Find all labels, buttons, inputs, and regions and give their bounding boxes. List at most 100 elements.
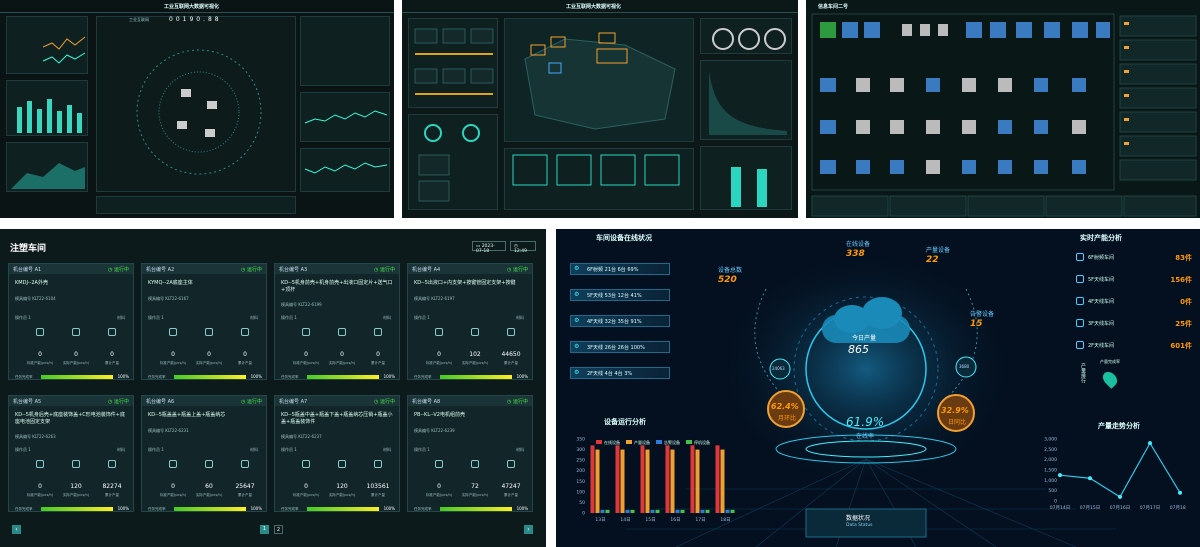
completion-bar bbox=[440, 375, 512, 379]
metric-value: 25647 bbox=[235, 483, 255, 490]
workshop-name: 5F天线车间 bbox=[1088, 277, 1115, 283]
bar bbox=[645, 449, 650, 513]
machine-card[interactable]: 机台编号 A5 ◷ 运行中 KD--5机身后壳+底座装饰盖+C形电池装饰件+底座电池… bbox=[8, 395, 134, 512]
completion-percent: 100% bbox=[250, 374, 262, 379]
card-header: 机台编号 A2 ◷ 运行中 bbox=[142, 264, 266, 274]
bar bbox=[600, 509, 605, 513]
bar bbox=[625, 509, 630, 513]
workshop-equipment-dashboard[interactable]: 车间设备在线状况 6F射频 21台 6台 69% ⚙ 5F天线 53台 12台 41… bbox=[556, 229, 1200, 547]
metric-label: 实际产能(pcs/h) bbox=[62, 493, 90, 497]
bar bbox=[715, 445, 720, 513]
y-tick-label: 2,000 bbox=[1044, 457, 1057, 463]
device-bar-chart: 0 50 100 150 200 250 300 350 13日 14日 15日 16日 17日 18日 bbox=[576, 437, 735, 523]
bar bbox=[605, 509, 610, 513]
machine-card[interactable]: 机台编号 A1 ◷ 运行中 KMDJ--2A外壳 模具编号 KLT22-6104 操作员… bbox=[8, 263, 134, 380]
dashboard-thumbnail-1[interactable]: 工业互联网大数据可视化 工业互联网 00190.88 bbox=[0, 0, 394, 218]
y-tick-label: 150 bbox=[576, 479, 585, 485]
metric-label: 累计产量 bbox=[504, 493, 518, 497]
product-name: PB--KL--V2电机组前壳 bbox=[414, 412, 465, 418]
bar bbox=[730, 509, 735, 513]
status-badge: ◷ 运行中 bbox=[507, 267, 528, 273]
y-tick-label: 1,000 bbox=[1044, 478, 1057, 484]
status-badge: ◷ 运行中 bbox=[108, 267, 129, 273]
data-status-title: 数据状况 bbox=[846, 515, 871, 522]
page-1-button[interactable]: 1 bbox=[260, 525, 269, 534]
bar bbox=[630, 509, 635, 513]
workshop-capacity: 83件 bbox=[1175, 254, 1192, 262]
injection-workshop-dashboard[interactable]: 注塑车间 ▭ 2023-07-18 ◷ 12:49 机台编号 A1 ◷ 运行中 KM… bbox=[0, 229, 546, 547]
small-left-value: 24063 bbox=[772, 366, 785, 371]
metric-label: 标准产能(pcs/h) bbox=[425, 493, 453, 497]
floor-status-row[interactable]: 6F射频 21台 6台 69% ⚙ bbox=[570, 263, 670, 275]
status-badge: ◷ 运行中 bbox=[374, 267, 395, 273]
floor-status-row[interactable]: 2F天线 4台 4台 3% ⚙ bbox=[570, 367, 670, 379]
machine-id-label: 机台编号 bbox=[13, 399, 35, 405]
floor-status-row[interactable]: 3F天线 26台 26台 100% ⚙ bbox=[570, 341, 670, 353]
y-tick-label: 100 bbox=[576, 489, 585, 495]
metric-value: 0 bbox=[376, 351, 380, 358]
completion-bar bbox=[174, 507, 246, 511]
machine-id-label: 机台编号 bbox=[412, 267, 434, 273]
prev-page-button[interactable]: ‹ bbox=[12, 525, 21, 534]
metric-value: 60 bbox=[205, 483, 213, 490]
product-name: KD--5机身前壳+机身前壳+出液口固定片+送气口+顶杆 bbox=[281, 280, 393, 293]
completion-fill bbox=[174, 507, 246, 511]
material-label: 材料 bbox=[117, 447, 125, 452]
machine-card[interactable]: 机台编号 A4 ◷ 运行中 KD--5出液口+内支架+按键管固定支架+按键 模具编号 … bbox=[407, 263, 533, 380]
center-map-panel bbox=[504, 18, 694, 142]
x-tick-label: 07月16日 bbox=[1110, 505, 1130, 511]
material-label: 材料 bbox=[383, 447, 391, 452]
bar bbox=[655, 509, 660, 513]
product-name: KD--5瓶盖中盖+瓶盖下盖+瓶盖纳芯压销+瓶盖小盖+瓶盖装饰件 bbox=[281, 412, 393, 425]
floor-status-row[interactable]: 4F天线 32台 35台 91% ⚙ bbox=[570, 315, 670, 327]
floor-icon: ⚙ bbox=[574, 343, 580, 350]
metric-label: 标准产能(pcs/h) bbox=[292, 493, 320, 497]
x-tick-label: 18日 bbox=[720, 517, 730, 523]
dashboard-thumbnail-2[interactable]: 工业互联网大数据可视化 bbox=[402, 0, 798, 218]
page-2-button[interactable]: 2 bbox=[274, 525, 283, 534]
metric-value: 72 bbox=[471, 483, 479, 490]
metric-label: 实际产能(pcs/h) bbox=[62, 361, 90, 365]
floor-status-row[interactable]: 5F天线 53台 12台 41% ⚙ bbox=[570, 289, 670, 301]
card-header: 机台编号 A3 ◷ 运行中 bbox=[275, 264, 399, 274]
yoy-label: 日同比 bbox=[948, 419, 967, 426]
right-list-panel bbox=[300, 16, 390, 86]
completion-fill bbox=[41, 375, 113, 379]
product-name: KMDJ--2A外壳 bbox=[15, 280, 48, 286]
completion-fill bbox=[307, 375, 379, 379]
machine-card[interactable]: 机台编号 A3 ◷ 运行中 KD--5机身前壳+机身前壳+出液口固定片+送气口+顶杆… bbox=[274, 263, 400, 380]
machine-card[interactable]: 机台编号 A6 ◷ 运行中 KD--5瓶盖盖+瓶盖上盖+瓶盖纳芯 模具编号 KLT22… bbox=[141, 395, 267, 512]
machine-card[interactable]: 机台编号 A2 ◷ 运行中 KYMQ--2A底座主体 模具编号 KLT22-6167 操… bbox=[141, 263, 267, 380]
total-devices-value: 520 bbox=[718, 275, 737, 285]
mold-code: 模具编号 KLT22-6231 bbox=[148, 428, 189, 433]
metric-value: 82274 bbox=[102, 483, 122, 490]
completion-label: 任务完成率 bbox=[15, 507, 33, 511]
bar bbox=[725, 509, 730, 513]
dashboard-thumbnail-3[interactable]: 信息车间二号 bbox=[806, 0, 1200, 218]
floor-icon: ⚙ bbox=[574, 291, 580, 298]
metric-value: 0 bbox=[171, 483, 175, 490]
metric-label: 累计产量 bbox=[504, 361, 518, 365]
metric-label: 累计产量 bbox=[371, 361, 385, 365]
metric-value: 0 bbox=[340, 351, 344, 358]
y-tick-label: 0 bbox=[582, 511, 585, 517]
completion-label: 任务完成率 bbox=[281, 375, 299, 379]
machine-id-label: 机台编号 bbox=[279, 267, 301, 273]
operator-count: 操作员 1 bbox=[414, 315, 430, 320]
capacity-row: 2F天线车间 601件 bbox=[1076, 341, 1196, 353]
completion-label: 任务完成率 bbox=[148, 375, 166, 379]
alarm-devices-value: 15 bbox=[970, 319, 983, 329]
completion-fill bbox=[307, 507, 379, 511]
metric-value: 44650 bbox=[501, 351, 521, 358]
machine-card[interactable]: 机台编号 A8 ◷ 运行中 PB--KL--V2电机组前壳 模具编号 KLT22-62… bbox=[407, 395, 533, 512]
alarm-devices-label: 告警设备 bbox=[970, 311, 995, 318]
machine-id: A7 bbox=[300, 399, 308, 405]
run-analysis-title: 设备运行分析 bbox=[604, 418, 646, 426]
bottom-stat-panel bbox=[96, 196, 296, 214]
left-gauge-panel bbox=[408, 114, 498, 210]
next-page-button[interactable]: › bbox=[524, 525, 533, 534]
left-panel-1 bbox=[6, 16, 88, 74]
machine-card[interactable]: 机台编号 A7 ◷ 运行中 KD--5瓶盖中盖+瓶盖下盖+瓶盖纳芯压销+瓶盖小盖+瓶… bbox=[274, 395, 400, 512]
trend-point bbox=[1088, 476, 1092, 481]
metric-icon bbox=[374, 328, 382, 336]
